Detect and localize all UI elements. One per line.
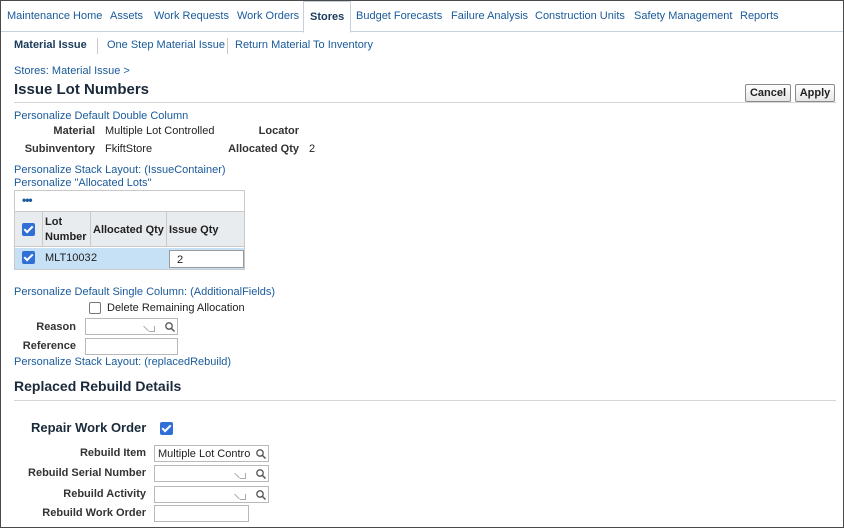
subnav-divider (97, 38, 98, 54)
page-title: Issue Lot Numbers (14, 81, 150, 98)
reason-input[interactable] (85, 318, 178, 335)
cancel-button[interactable]: Cancel (745, 84, 791, 102)
delete-remaining-label: Delete Remaining Allocation (107, 302, 245, 314)
tab-work-requests[interactable]: Work Requests (154, 1, 229, 32)
column-header-issue-qty-label: Issue Qty (169, 224, 219, 236)
tab-maintenance-home[interactable]: Maintenance Home (7, 1, 102, 32)
subnav-one-step-material-issue[interactable]: One Step Material Issue (107, 39, 225, 51)
title-divider (14, 102, 836, 103)
subinventory-label: Subinventory (24, 143, 95, 155)
lot-number-cell: MLT1003 (45, 252, 91, 264)
reference-input[interactable] (85, 338, 178, 355)
dropdown-arrow-icon (240, 473, 246, 479)
search-icon[interactable] (164, 321, 176, 333)
subinventory-value: FkiftStore (105, 143, 153, 155)
column-header-allocated-qty[interactable]: Allocated Qty (91, 212, 167, 247)
select-all-header (15, 212, 43, 247)
dropdown-arrow-icon (240, 494, 246, 500)
column-header-lot-number[interactable]: Lot Number (43, 212, 91, 247)
tab-safety-management[interactable]: Safety Management (634, 1, 732, 32)
search-icon[interactable] (255, 468, 267, 480)
tab-construction-units[interactable]: Construction Units (535, 1, 625, 32)
table-header-row: Lot Number Allocated Qty Issue Qty (15, 212, 244, 247)
apply-button[interactable]: Apply (795, 84, 835, 102)
rebuild-serial-number-label: Rebuild Serial Number (28, 467, 146, 479)
breadcrumb[interactable]: Stores: Material Issue > (14, 65, 130, 77)
repair-work-order-label: Repair Work Order (31, 420, 147, 435)
allocated-lots-table: ••• Lot Number Allocated Qty Issue Qty M… (14, 190, 245, 270)
personalize-single-column-link[interactable]: Personalize Default Single Column: (Addi… (14, 286, 275, 298)
rebuild-serial-number-input[interactable] (154, 465, 269, 482)
rebuild-activity-input[interactable] (154, 486, 269, 503)
column-header-allocated-qty-label: Allocated Qty (93, 224, 164, 236)
column-header-lot-line2: Number (45, 231, 87, 243)
material-label: Material (53, 125, 95, 137)
rebuild-item-label: Rebuild Item (79, 447, 146, 459)
personalize-stack-replaced-link[interactable]: Personalize Stack Layout: (replacedRebui… (14, 356, 231, 368)
subnav-return-material[interactable]: Return Material To Inventory (235, 39, 373, 51)
replaced-rebuild-section-title: Replaced Rebuild Details (14, 378, 182, 394)
material-value: Multiple Lot Controlled (105, 125, 215, 137)
search-icon[interactable] (255, 489, 267, 501)
repair-work-order-checkbox[interactable] (160, 422, 173, 435)
tab-reports[interactable]: Reports (740, 1, 779, 32)
allocated-qty-label: Allocated Qty (228, 143, 299, 155)
personalize-stack-issue-link[interactable]: Personalize Stack Layout: (IssueContaine… (14, 164, 226, 176)
table-row[interactable]: MLT1003 2 2 (15, 248, 244, 269)
delete-remaining-checkbox[interactable] (89, 302, 101, 314)
tab-assets[interactable]: Assets (110, 1, 143, 32)
row-select-checkbox[interactable] (22, 251, 35, 264)
top-tab-bar: Maintenance Home Assets Work Requests Wo… (1, 1, 843, 33)
search-icon[interactable] (255, 448, 267, 460)
locator-label: Locator (258, 125, 299, 137)
tab-stores[interactable]: Stores (303, 1, 352, 33)
tab-work-orders[interactable]: Work Orders (237, 1, 299, 32)
allocated-qty-cell: 2 (91, 252, 98, 264)
allocated-qty-value: 2 (309, 143, 316, 155)
reference-label: Reference (22, 340, 76, 352)
issue-qty-input[interactable]: 2 (169, 250, 244, 268)
rebuild-work-order-input[interactable] (154, 505, 249, 522)
rebuild-work-order-label: Rebuild Work Order (42, 507, 146, 519)
column-header-lot-line1: Lot (45, 216, 63, 228)
more-options-icon[interactable]: ••• (22, 193, 33, 207)
tab-budget-forecasts[interactable]: Budget Forecasts (356, 1, 442, 32)
rebuild-item-value: Multiple Lot Contro (158, 448, 251, 460)
subnav-material-issue[interactable]: Material Issue (14, 39, 87, 51)
rebuild-item-input[interactable]: Multiple Lot Contro (154, 445, 269, 462)
select-all-checkbox[interactable] (22, 223, 35, 236)
personalize-allocated-lots-link[interactable]: Personalize "Allocated Lots" (14, 177, 151, 189)
dropdown-arrow-icon (149, 326, 155, 332)
personalize-double-column-link[interactable]: Personalize Default Double Column (14, 110, 188, 122)
rebuild-activity-label: Rebuild Activity (63, 488, 146, 500)
table-toolbar: ••• (15, 191, 244, 212)
section-divider (14, 400, 836, 401)
column-header-issue-qty[interactable]: Issue Qty (167, 212, 244, 247)
reason-label: Reason (36, 321, 76, 333)
tab-failure-analysis[interactable]: Failure Analysis (451, 1, 528, 32)
subnav-divider (227, 38, 228, 54)
